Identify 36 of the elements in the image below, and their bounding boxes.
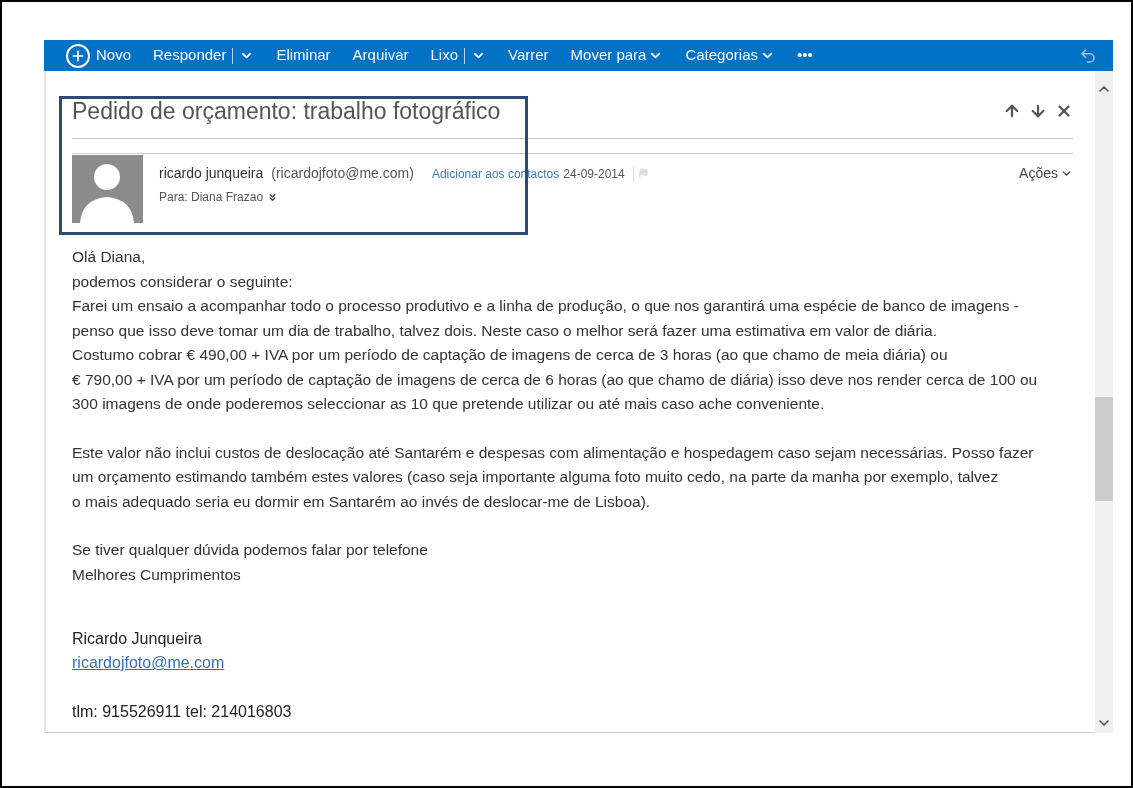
undo-icon[interactable] xyxy=(1079,46,1097,65)
recipient: Para: Diana Frazao xyxy=(159,189,264,206)
previous-icon[interactable] xyxy=(1003,102,1021,120)
body-text-line: Olá Diana, xyxy=(72,247,147,267)
toolbar-menu-button[interactable]: Mover para xyxy=(570,44,664,67)
body-text-line: um orçamento estimando também estes valores (caso seja importante alguma foto muito cedo, na parte da manha por exemplo, talvez xyxy=(72,467,1000,487)
message-subject: Pedido de orçamento: trabalho fotográfico xyxy=(72,98,501,124)
message-date: 24-09-2014 xyxy=(563,165,625,183)
toolbar-button[interactable]: ••• xyxy=(797,44,813,67)
body-text-line: 300 imagens de onde poderemos seleccionar as 10 que pretende utilizar ou até mais caso ache conveniente. xyxy=(72,394,826,414)
body-text-line: podemos considerar o seguinte: xyxy=(72,271,294,292)
next-icon[interactable] xyxy=(1029,102,1047,120)
signature-email-link[interactable]: ricardojfoto@me.com xyxy=(72,651,225,675)
toolbar-button[interactable]: Varrer xyxy=(508,44,549,67)
body-text-line: Costumo cobrar € 490,00 + IVA por um período de captação de imagens de cerca de 3 horas (ao que chamo de meia diária) ou xyxy=(72,345,949,365)
avatar xyxy=(72,155,143,223)
close-icon[interactable] xyxy=(1055,102,1073,120)
toolbar-split-button[interactable]: Lixo xyxy=(430,44,486,67)
signature-phone: tlm: 915526911 tel: 214016803 xyxy=(72,702,293,722)
sender-name: ricardo junqueira xyxy=(159,164,264,183)
toolbar-button[interactable]: Eliminar xyxy=(276,44,331,67)
new-button[interactable]: Novo xyxy=(66,43,132,68)
body-text-line: penso que isso deve tomar um dia de trabalho, talvez dois. Neste caso o melhor será fazer uma estimativa em valor de diária. xyxy=(72,320,938,341)
body-text-line: € 790,00 + IVA por um período de captação de imagens de cerca de 6 horas (ao que chamo de diária) isso deve nos render cerca de 100 ou xyxy=(72,369,1039,390)
sender-email: (ricardojfoto@me.com) xyxy=(271,164,414,183)
toolbar-split-button[interactable]: Responder xyxy=(153,44,255,67)
body-text-line: Se tiver qualquer dúvida podemos falar por telefone xyxy=(72,540,429,560)
scrollbar-thumb[interactable] xyxy=(1095,397,1113,501)
toolbar-menu-button[interactable]: Categorias xyxy=(685,44,775,67)
signature-name: Ricardo Junqueira xyxy=(72,629,203,649)
body-text-line: Este valor não inclui custos de deslocação até Santarém e despesas com alimentação e hospedagem caso sejam necessárias. Posso fazer xyxy=(72,442,1035,463)
body-text-line: Farei um ensaio a acompanhar todo o processo produtivo e a linha de produção, o que nos garantirá uma espécie de banco de imagens - xyxy=(72,296,1020,316)
actions-menu-button[interactable]: Ações xyxy=(1019,163,1073,184)
toolbar-button[interactable]: Arquivar xyxy=(352,44,409,67)
body-text-line: o mais adequado seria eu dormir em Santarém ao invés de deslocar-me de Lisboa). xyxy=(72,491,652,512)
body-text-line: Melhores Cumprimentos xyxy=(72,564,242,585)
